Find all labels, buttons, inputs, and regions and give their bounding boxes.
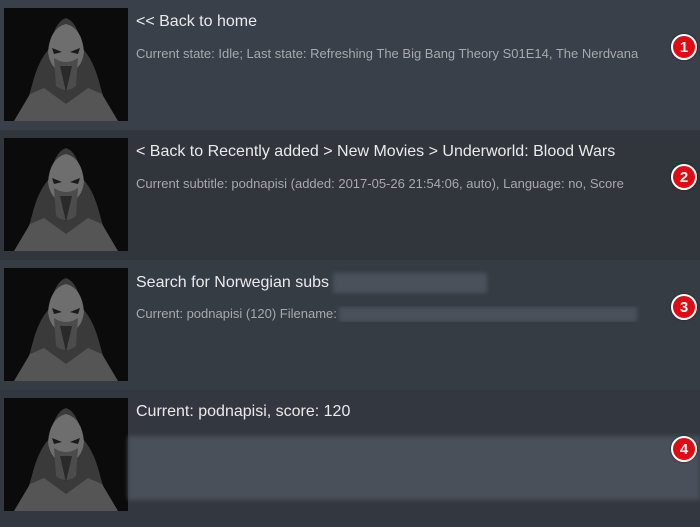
annotation-badge: 2	[671, 164, 697, 190]
list-item-search-subs[interactable]: Search for Norwegian subs Current: podna…	[0, 260, 700, 390]
redacted-filename	[338, 307, 637, 323]
item-subtitle: Current: podnapisi (120) Filename:	[136, 306, 666, 323]
annotation-badge: 3	[671, 294, 697, 320]
thumbnail-image	[4, 8, 128, 121]
item-subtitle-text: Current: podnapisi (120) Filename:	[136, 306, 337, 321]
thumbnail-image	[4, 268, 128, 381]
annotation-badge: 1	[671, 34, 697, 60]
item-title: Current: podnapisi, score: 120	[136, 403, 351, 420]
redacted-block	[128, 436, 700, 500]
list-item-breadcrumb[interactable]: < Back to Recently added > New Movies > …	[0, 130, 700, 260]
thumbnail-image	[4, 138, 128, 251]
annotation-badge: 4	[671, 436, 697, 462]
list-item-back-home[interactable]: << Back to home Current state: Idle; Las…	[0, 0, 700, 130]
item-subtitle: Current state: Idle; Last state: Refresh…	[136, 46, 639, 61]
menu-list: << Back to home Current state: Idle; Las…	[0, 0, 700, 527]
item-title: << Back to home	[136, 13, 257, 30]
item-title-text: Search for Norwegian subs	[136, 274, 329, 292]
list-item-current-score[interactable]: Current: podnapisi, score: 120 4	[0, 390, 700, 527]
item-title: Search for Norwegian subs	[136, 273, 487, 293]
thumbnail-image	[4, 398, 128, 511]
item-title: < Back to Recently added > New Movies > …	[136, 143, 616, 160]
redacted-text	[332, 273, 487, 293]
item-subtitle: Current subtitle: podnapisi (added: 2017…	[136, 176, 624, 191]
